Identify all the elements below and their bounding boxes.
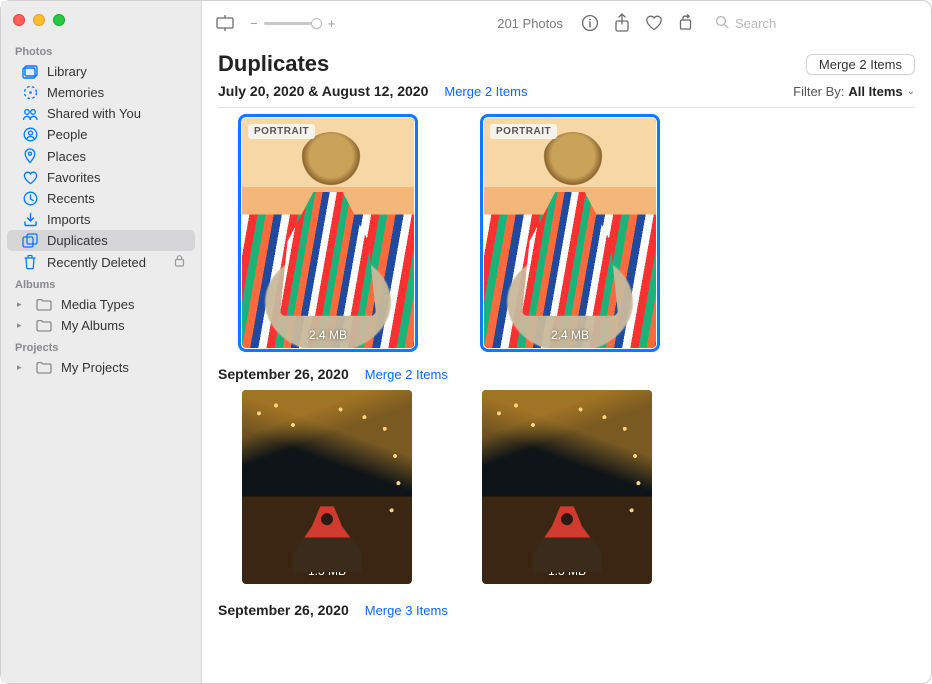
zoom-minus-label: − bbox=[250, 16, 258, 31]
merge-group-link[interactable]: Merge 3 Items bbox=[365, 603, 448, 618]
sidebar-section-photos: Photos bbox=[1, 40, 201, 61]
sidebar-item-library[interactable]: Library bbox=[7, 61, 195, 82]
group-date-range: September 26, 2020 bbox=[218, 366, 349, 382]
sidebar-item-imports[interactable]: Imports bbox=[7, 209, 195, 230]
sidebar-section-projects: Projects bbox=[1, 336, 201, 357]
file-size-label: 2.4 MB bbox=[484, 328, 656, 342]
group-date-range: July 20, 2020 & August 12, 2020 bbox=[218, 83, 428, 99]
sidebar-item-my-projects[interactable]: ▸ My Projects bbox=[7, 357, 195, 378]
chevron-right-icon[interactable]: ▸ bbox=[17, 299, 27, 310]
filter-control[interactable]: Filter By: All Items ⌄ bbox=[793, 84, 915, 99]
sidebar-item-label: Favorites bbox=[47, 170, 185, 185]
photo-stack-icon bbox=[21, 65, 39, 79]
import-icon bbox=[21, 212, 39, 227]
toolbar: − + 201 Photos bbox=[202, 1, 931, 45]
sidebar-item-label: Memories bbox=[47, 85, 185, 100]
content: Duplicates Merge 2 Items July 20, 2020 &… bbox=[202, 45, 931, 683]
sidebar-item-my-albums[interactable]: ▸ My Albums bbox=[7, 315, 195, 336]
file-size-label: 1.3 MB bbox=[482, 564, 652, 578]
zoom-thumb[interactable] bbox=[311, 18, 322, 29]
person-circle-icon bbox=[21, 127, 39, 142]
pin-icon bbox=[21, 148, 39, 164]
fullscreen-window-button[interactable] bbox=[53, 14, 65, 26]
rotate-icon[interactable] bbox=[675, 12, 697, 34]
sidebar: Photos Library Memories Shared with You … bbox=[1, 1, 202, 683]
chevron-right-icon[interactable]: ▸ bbox=[17, 320, 27, 331]
close-window-button[interactable] bbox=[13, 14, 25, 26]
sidebar-item-label: My Projects bbox=[61, 360, 185, 375]
clock-icon bbox=[21, 191, 39, 206]
sidebar-item-recents[interactable]: Recents bbox=[7, 188, 195, 209]
duplicates-icon bbox=[21, 233, 39, 248]
duplicate-group: September 26, 2020 Merge 2 Items 1.3 MB … bbox=[218, 362, 915, 584]
zoom-track[interactable] bbox=[264, 22, 322, 25]
sidebar-item-label: Media Types bbox=[61, 297, 185, 312]
photo-thumbnail[interactable]: PORTRAIT 2.4 MB bbox=[242, 118, 414, 348]
filter-value: All Items bbox=[848, 84, 902, 99]
trash-icon bbox=[21, 254, 39, 270]
sidebar-item-label: Library bbox=[47, 64, 185, 79]
separator bbox=[218, 107, 915, 108]
merge-selected-button[interactable]: Merge 2 Items bbox=[806, 54, 915, 75]
sidebar-item-people[interactable]: People bbox=[7, 124, 195, 145]
window-controls bbox=[1, 9, 201, 40]
info-icon[interactable] bbox=[579, 12, 601, 34]
photo-thumbnail[interactable]: 1.3 MB bbox=[482, 390, 652, 584]
sidebar-item-label: Recently Deleted bbox=[47, 255, 166, 270]
zoom-slider[interactable]: − + bbox=[250, 16, 335, 31]
sidebar-item-label: Shared with You bbox=[47, 106, 185, 121]
sidebar-item-label: Duplicates bbox=[47, 233, 185, 248]
group-date-range: September 26, 2020 bbox=[218, 602, 349, 618]
sidebar-item-memories[interactable]: Memories bbox=[7, 82, 195, 103]
sidebar-item-favorites[interactable]: Favorites bbox=[7, 167, 195, 188]
sidebar-item-recently-deleted[interactable]: Recently Deleted bbox=[7, 251, 195, 273]
lock-icon bbox=[174, 254, 185, 270]
duplicate-group: PORTRAIT 2.4 MB PORTRAIT 2.4 MB bbox=[218, 118, 915, 348]
sidebar-item-label: Imports bbox=[47, 212, 185, 227]
sidebar-item-duplicates[interactable]: Duplicates bbox=[7, 230, 195, 251]
folder-icon bbox=[35, 361, 53, 374]
sidebar-item-label: People bbox=[47, 127, 185, 142]
page-title: Duplicates bbox=[218, 51, 329, 77]
sidebar-item-places[interactable]: Places bbox=[7, 145, 195, 167]
photo-thumbnail[interactable]: 1.3 MB bbox=[242, 390, 412, 584]
sidebar-item-shared[interactable]: Shared with You bbox=[7, 103, 195, 124]
memories-icon bbox=[21, 85, 39, 100]
sidebar-item-media-types[interactable]: ▸ Media Types bbox=[7, 294, 195, 315]
thumb-row: PORTRAIT 2.4 MB PORTRAIT 2.4 MB bbox=[218, 118, 915, 348]
merge-group-link[interactable]: Merge 2 Items bbox=[365, 367, 448, 382]
search-input[interactable] bbox=[735, 16, 911, 31]
file-size-label: 2.4 MB bbox=[242, 328, 414, 342]
thumb-row: 1.3 MB 1.3 MB bbox=[218, 390, 915, 584]
duplicate-group: September 26, 2020 Merge 3 Items bbox=[218, 598, 915, 626]
minimize-window-button[interactable] bbox=[33, 14, 45, 26]
aspect-toggle-icon[interactable] bbox=[214, 12, 236, 34]
sidebar-section-albums: Albums bbox=[1, 273, 201, 294]
sidebar-item-label: Places bbox=[47, 149, 185, 164]
folder-icon bbox=[35, 298, 53, 311]
filter-prefix: Filter By: bbox=[793, 84, 844, 99]
portrait-badge: PORTRAIT bbox=[490, 124, 557, 139]
share-icon[interactable] bbox=[611, 12, 633, 34]
file-size-label: 1.3 MB bbox=[242, 564, 412, 578]
search-icon bbox=[715, 15, 729, 32]
zoom-plus-label: + bbox=[328, 16, 336, 31]
shared-icon bbox=[21, 107, 39, 121]
chevron-down-icon: ⌄ bbox=[907, 86, 915, 97]
photo-thumbnail[interactable]: PORTRAIT 2.4 MB bbox=[484, 118, 656, 348]
favorite-icon[interactable] bbox=[643, 12, 665, 34]
merge-group-link[interactable]: Merge 2 Items bbox=[444, 84, 527, 99]
photo-count: 201 Photos bbox=[497, 16, 563, 31]
sidebar-item-label: Recents bbox=[47, 191, 185, 206]
main: − + 201 Photos bbox=[202, 1, 931, 683]
folder-icon bbox=[35, 319, 53, 332]
search-field[interactable] bbox=[707, 12, 919, 35]
heart-icon bbox=[21, 171, 39, 185]
sidebar-item-label: My Albums bbox=[61, 318, 185, 333]
chevron-right-icon[interactable]: ▸ bbox=[17, 362, 27, 373]
portrait-badge: PORTRAIT bbox=[248, 124, 315, 139]
